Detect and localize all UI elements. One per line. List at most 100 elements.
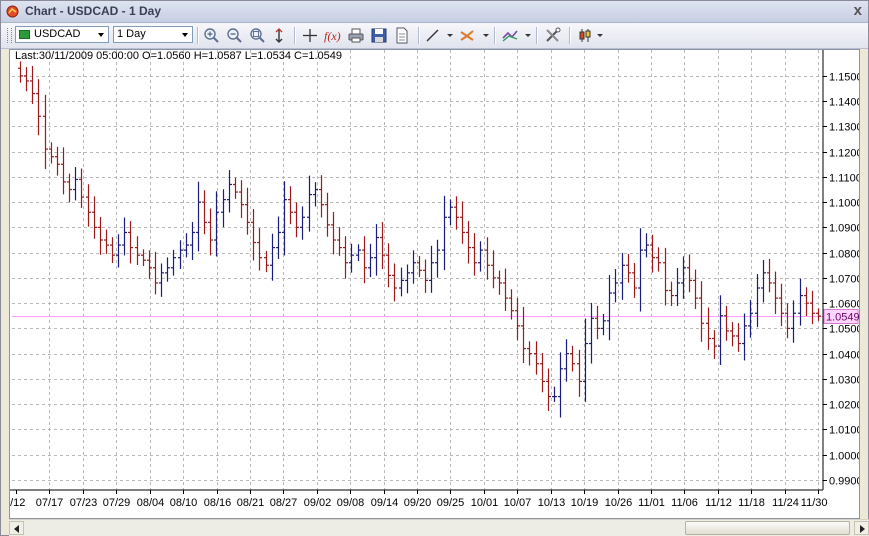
- ohlc-bar: [478, 241, 483, 272]
- scroll-thumb[interactable]: [685, 521, 850, 535]
- ohlc-bar: [804, 287, 809, 317]
- zoom-fit-button[interactable]: [248, 26, 268, 45]
- scale-button[interactable]: [269, 26, 289, 45]
- chart-type-button[interactable]: [575, 26, 595, 45]
- function-button[interactable]: f(x): [323, 26, 343, 45]
- x-tick-label: 09/14: [371, 497, 399, 509]
- timeframe-select[interactable]: 1 Day: [113, 26, 193, 43]
- x-tick-label: 11/18: [738, 497, 765, 509]
- ohlc-bar: [491, 250, 496, 289]
- ohlc-bar: [558, 352, 563, 418]
- x-tick-label: 7/12: [10, 497, 25, 509]
- ohlc-bar: [620, 252, 625, 300]
- save-button[interactable]: [369, 26, 389, 45]
- x-tick-label: 11/24: [772, 497, 799, 509]
- ohlc-bar: [485, 237, 490, 280]
- chevron-down-icon[interactable]: [447, 34, 453, 37]
- ohlc-bar: [613, 269, 618, 303]
- ohlc-bar: [663, 247, 668, 306]
- document-icon: [396, 27, 408, 44]
- scroll-right-button[interactable]: [854, 521, 869, 535]
- toolbar-separator: [418, 27, 420, 44]
- svg-text:f(x): f(x): [324, 29, 341, 43]
- ohlc-bar: [227, 170, 232, 213]
- x-tick-label: 07/17: [36, 497, 64, 509]
- ohlc-bar: [147, 250, 152, 280]
- ohlc-bar: [282, 181, 287, 256]
- ohlc-bar: [472, 233, 477, 276]
- ohlc-bar: [319, 175, 324, 218]
- ohlc-bar: [687, 254, 692, 293]
- ohlc-bar: [534, 341, 539, 375]
- y-tick-label: 1.0700: [829, 274, 859, 286]
- ohlc-bar: [374, 224, 379, 276]
- close-button[interactable]: x: [854, 2, 862, 19]
- zoom-out-button[interactable]: [225, 26, 245, 45]
- y-tick-label: 1.0400: [829, 350, 859, 362]
- ohlc-bar: [104, 229, 109, 254]
- chevron-down-icon[interactable]: [483, 34, 489, 37]
- ohlc-chart[interactable]: 1.1500 1.1400 1.1300 1.1200 1.1100 1.1000 1.09…: [10, 50, 859, 518]
- ohlc-bar: [656, 247, 661, 272]
- ohlc-bar: [300, 206, 305, 240]
- zoom-fit-icon: [250, 28, 265, 43]
- x-tick-label: 11/06: [671, 497, 698, 509]
- chart-app-icon: [6, 5, 19, 18]
- scroll-left-button[interactable]: [9, 521, 24, 535]
- function-icon: f(x): [324, 29, 341, 43]
- x-tick-label: 10/07: [504, 497, 532, 509]
- ohlc-bar: [791, 300, 796, 343]
- ohlc-bar: [429, 245, 434, 293]
- timeframe-value: 1 Day: [117, 28, 146, 40]
- x-tick-label: 09/02: [304, 497, 332, 509]
- shapes-button[interactable]: [457, 26, 477, 45]
- chevron-down-icon[interactable]: [597, 34, 603, 37]
- symbol-select[interactable]: USDCAD: [15, 26, 109, 43]
- ohlc-bar: [699, 281, 704, 342]
- ohlc-bar: [257, 228, 262, 271]
- line-tool-button[interactable]: [423, 26, 443, 45]
- indicator-button[interactable]: [500, 26, 520, 45]
- ohlc-bar: [503, 268, 508, 311]
- title-bar[interactable]: Chart - USDCAD - 1 Day x: [1, 1, 868, 23]
- ohlc-bar: [767, 258, 772, 293]
- x-tick-label: 11/01: [638, 497, 665, 509]
- ohlc-bar: [564, 339, 569, 382]
- ohlc-bar: [552, 386, 557, 402]
- ohlc-bar: [669, 281, 674, 306]
- ohlc-bar: [135, 236, 140, 266]
- last-price-label: 1.0549: [826, 312, 859, 324]
- ohlc-bar: [601, 314, 606, 336]
- y-tick-label: 1.0900: [829, 223, 859, 235]
- ohlc-bar: [386, 243, 391, 288]
- x-tick-label: 10/26: [605, 497, 633, 509]
- toolbar-grip[interactable]: [7, 28, 12, 43]
- horizontal-scrollbar[interactable]: [9, 519, 869, 536]
- print-button[interactable]: [346, 26, 366, 45]
- save-icon: [371, 28, 387, 43]
- y-tick-label: 1.0600: [829, 299, 859, 311]
- y-tick-label: 1.0200: [829, 400, 859, 412]
- ohlc-bar: [43, 94, 48, 170]
- ohlc-bar: [540, 352, 545, 393]
- y-tick-label: 1.0000: [829, 451, 859, 463]
- document-button[interactable]: [392, 26, 412, 45]
- ohlc-bar: [73, 167, 78, 201]
- x-tick-label: 11/30: [801, 497, 828, 509]
- zoom-in-button[interactable]: [202, 26, 222, 45]
- last-price-info: Last:30/11/2009 05:00:00 O=1.0560 H=1.05…: [15, 50, 343, 62]
- scale-icon: [275, 28, 283, 43]
- ohlc-bar: [331, 211, 336, 255]
- y-tick-label: 1.0300: [829, 375, 859, 387]
- chart-area[interactable]: 1.1500 1.1400 1.1300 1.1200 1.1100 1.1000 1.09…: [9, 49, 860, 519]
- crosshair-button[interactable]: [300, 26, 320, 45]
- ohlc-bar: [141, 249, 146, 267]
- ohlc-bar: [515, 297, 520, 341]
- ohlc-bar: [196, 181, 201, 252]
- line-tool-icon: [426, 29, 439, 42]
- ohlc-bar: [368, 243, 373, 278]
- tools-button[interactable]: [543, 26, 563, 45]
- chevron-down-icon[interactable]: [525, 34, 531, 37]
- y-tick-label: 1.1100: [829, 173, 859, 185]
- chart-window: Chart - USDCAD - 1 Day x USDCAD 1 Day f(…: [0, 0, 869, 536]
